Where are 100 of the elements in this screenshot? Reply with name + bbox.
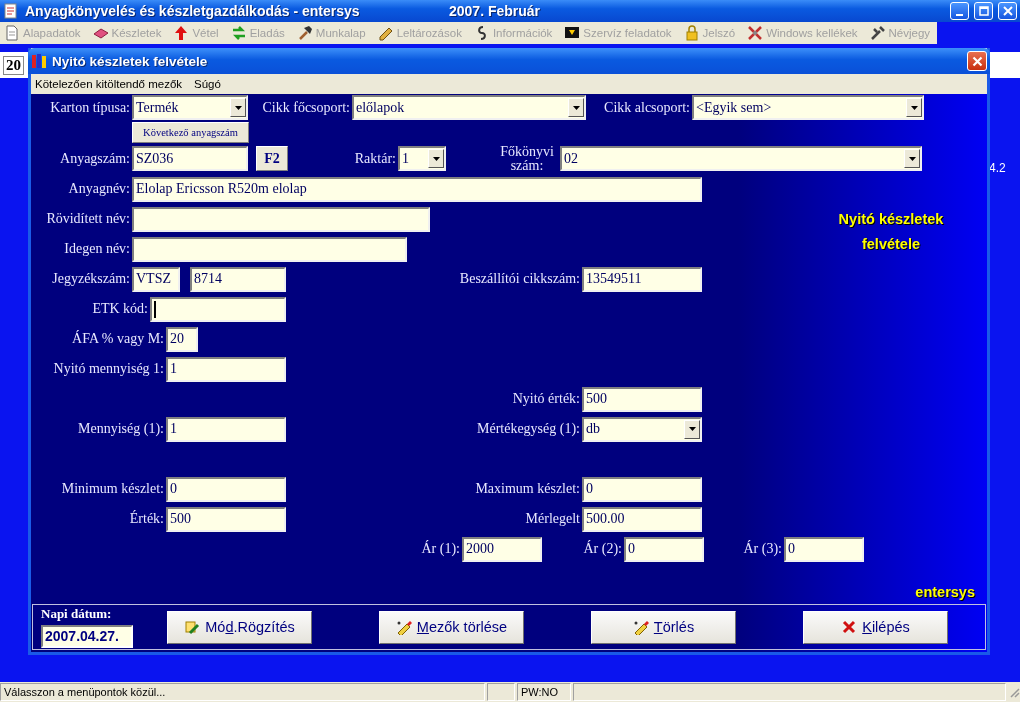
dropdown-button[interactable] (904, 149, 920, 168)
field-label: Rövidített név: (45, 211, 130, 227)
pencil-eraser-icon (632, 619, 649, 635)
dropdown[interactable]: db (582, 416, 702, 442)
dropdown-button[interactable] (684, 419, 700, 439)
field-label: Anyagnév: (67, 181, 130, 197)
resize-grip-icon (1008, 686, 1020, 698)
brand-label: entersys (915, 584, 975, 600)
f2-button[interactable]: F2 (256, 146, 288, 171)
dropdown-button[interactable] (428, 149, 444, 168)
action-button[interactable]: Törlés (591, 610, 736, 644)
next-number-button[interactable]: Következő anyagszám (132, 121, 249, 143)
pencil-icon (377, 25, 394, 41)
input-field[interactable]: 1 (166, 356, 286, 382)
maximize-button[interactable] (974, 2, 993, 20)
input-field[interactable]: 500 (166, 506, 286, 532)
status-message: Válasszon a menüpontok közül... (0, 683, 485, 701)
arrows-icon (230, 25, 247, 41)
dialog-title: Nyitó készletek felvétele (52, 53, 208, 69)
field-label: Ár (1): (420, 541, 460, 557)
dropdown-button[interactable] (230, 98, 246, 117)
dropdown[interactable]: előlapok (352, 95, 586, 120)
field-label: Ár (2): (582, 541, 622, 557)
field-label: Ár (3): (742, 541, 782, 557)
dropdown[interactable]: <Egyik sem> (692, 95, 924, 120)
close-icon (1002, 6, 1013, 16)
dropdown[interactable]: 1 (398, 146, 446, 171)
password-status: PW:NO (517, 683, 571, 701)
field-label: Érték: (128, 511, 164, 527)
window-title: Anyagkönyvelés és készletgazdálkodás - entersys (25, 3, 361, 19)
caret-icon (432, 156, 440, 161)
caret-icon (908, 156, 916, 161)
date-field: 2007.04.27. (41, 625, 133, 648)
input-field[interactable]: SZ036 (132, 146, 248, 171)
x-mark-icon (841, 619, 858, 635)
period-label: 2007. Február (449, 3, 541, 19)
input-field[interactable]: 2000 (462, 536, 542, 562)
menu-item[interactable]: Kötelezően kitöltendő mezők (35, 78, 183, 90)
maximize-icon (978, 6, 989, 16)
field-label: Mértékegység (1): (475, 421, 580, 437)
menu-item[interactable]: Súgó (194, 78, 221, 90)
field-label: Beszállítói cikkszám: (458, 271, 580, 287)
date-label: Napi dátum: (41, 606, 113, 622)
field-label: Raktár: (353, 150, 396, 167)
action-button[interactable]: Mód.Rögzítés (167, 610, 312, 644)
dropdown[interactable]: Termék (132, 95, 248, 120)
dropdown-button[interactable] (906, 98, 922, 117)
field-label: ÁFA % vagy M: (71, 331, 164, 347)
pencil-eraser-icon (395, 619, 412, 635)
app-icon (3, 3, 19, 19)
text-cursor (154, 300, 156, 318)
input-field[interactable]: 13549511 (582, 266, 702, 292)
field-label: Mennyiség (1): (77, 421, 164, 437)
books-icon (31, 53, 47, 69)
close-button[interactable] (967, 51, 987, 71)
input-field[interactable]: 500 (582, 386, 702, 412)
input-field[interactable]: 0 (582, 476, 702, 502)
caret-icon (910, 105, 918, 110)
action-button[interactable]: Mezők törlése (379, 610, 524, 644)
field-label: Anyagszám: (59, 150, 130, 167)
background-label: 4.2 (989, 161, 1006, 175)
input-field[interactable] (150, 296, 286, 322)
input-field[interactable]: 20 (166, 326, 198, 352)
minimize-icon (956, 14, 963, 16)
minimize-button[interactable] (950, 2, 969, 20)
close-icon (971, 55, 983, 67)
field-label: Jegyzékszám: (51, 271, 130, 287)
input-field[interactable]: 8714 (190, 266, 286, 292)
lock-icon (683, 25, 700, 41)
field-label: Karton típusa: (49, 99, 130, 116)
input-field[interactable]: VTSZ (132, 266, 180, 292)
input-field[interactable]: 500.00 (582, 506, 702, 532)
caret-icon (572, 105, 580, 110)
input-field[interactable]: 1 (166, 416, 286, 442)
field-label: Maximum készlet: (474, 481, 580, 497)
field-label: Nyitó érték: (511, 391, 580, 407)
caret-icon (234, 105, 242, 110)
field-label: Nyitó mennyiség 1: (52, 361, 164, 377)
caret-icon (688, 427, 696, 431)
field-label: Cikk főcsoport: (261, 99, 350, 116)
form-heading: Nyitó készletek felvétele (837, 210, 945, 254)
input-field[interactable] (132, 236, 407, 262)
input-field[interactable]: Elolap Ericsson R520m elolap (132, 176, 702, 202)
field-label: Mérlegelt (524, 511, 580, 527)
field-label: ETK kód: (91, 301, 148, 317)
dropdown[interactable]: 02 (560, 146, 922, 171)
action-button[interactable]: Kilépés (803, 610, 948, 644)
close-button[interactable] (998, 2, 1017, 20)
input-field[interactable]: 0 (624, 536, 704, 562)
field-label: Cikk alcsoport: (603, 99, 690, 116)
monitor-icon (564, 25, 581, 41)
field-label: Minimum készlet: (60, 481, 164, 497)
toolbar-label: 20 (3, 56, 24, 75)
page-icon (4, 25, 20, 41)
input-field[interactable] (132, 206, 430, 232)
input-field[interactable]: 0 (166, 476, 286, 502)
dropdown-button[interactable] (568, 98, 584, 117)
status-panel (487, 683, 515, 701)
hand-pencil-icon (184, 619, 201, 635)
input-field[interactable]: 0 (784, 536, 864, 562)
